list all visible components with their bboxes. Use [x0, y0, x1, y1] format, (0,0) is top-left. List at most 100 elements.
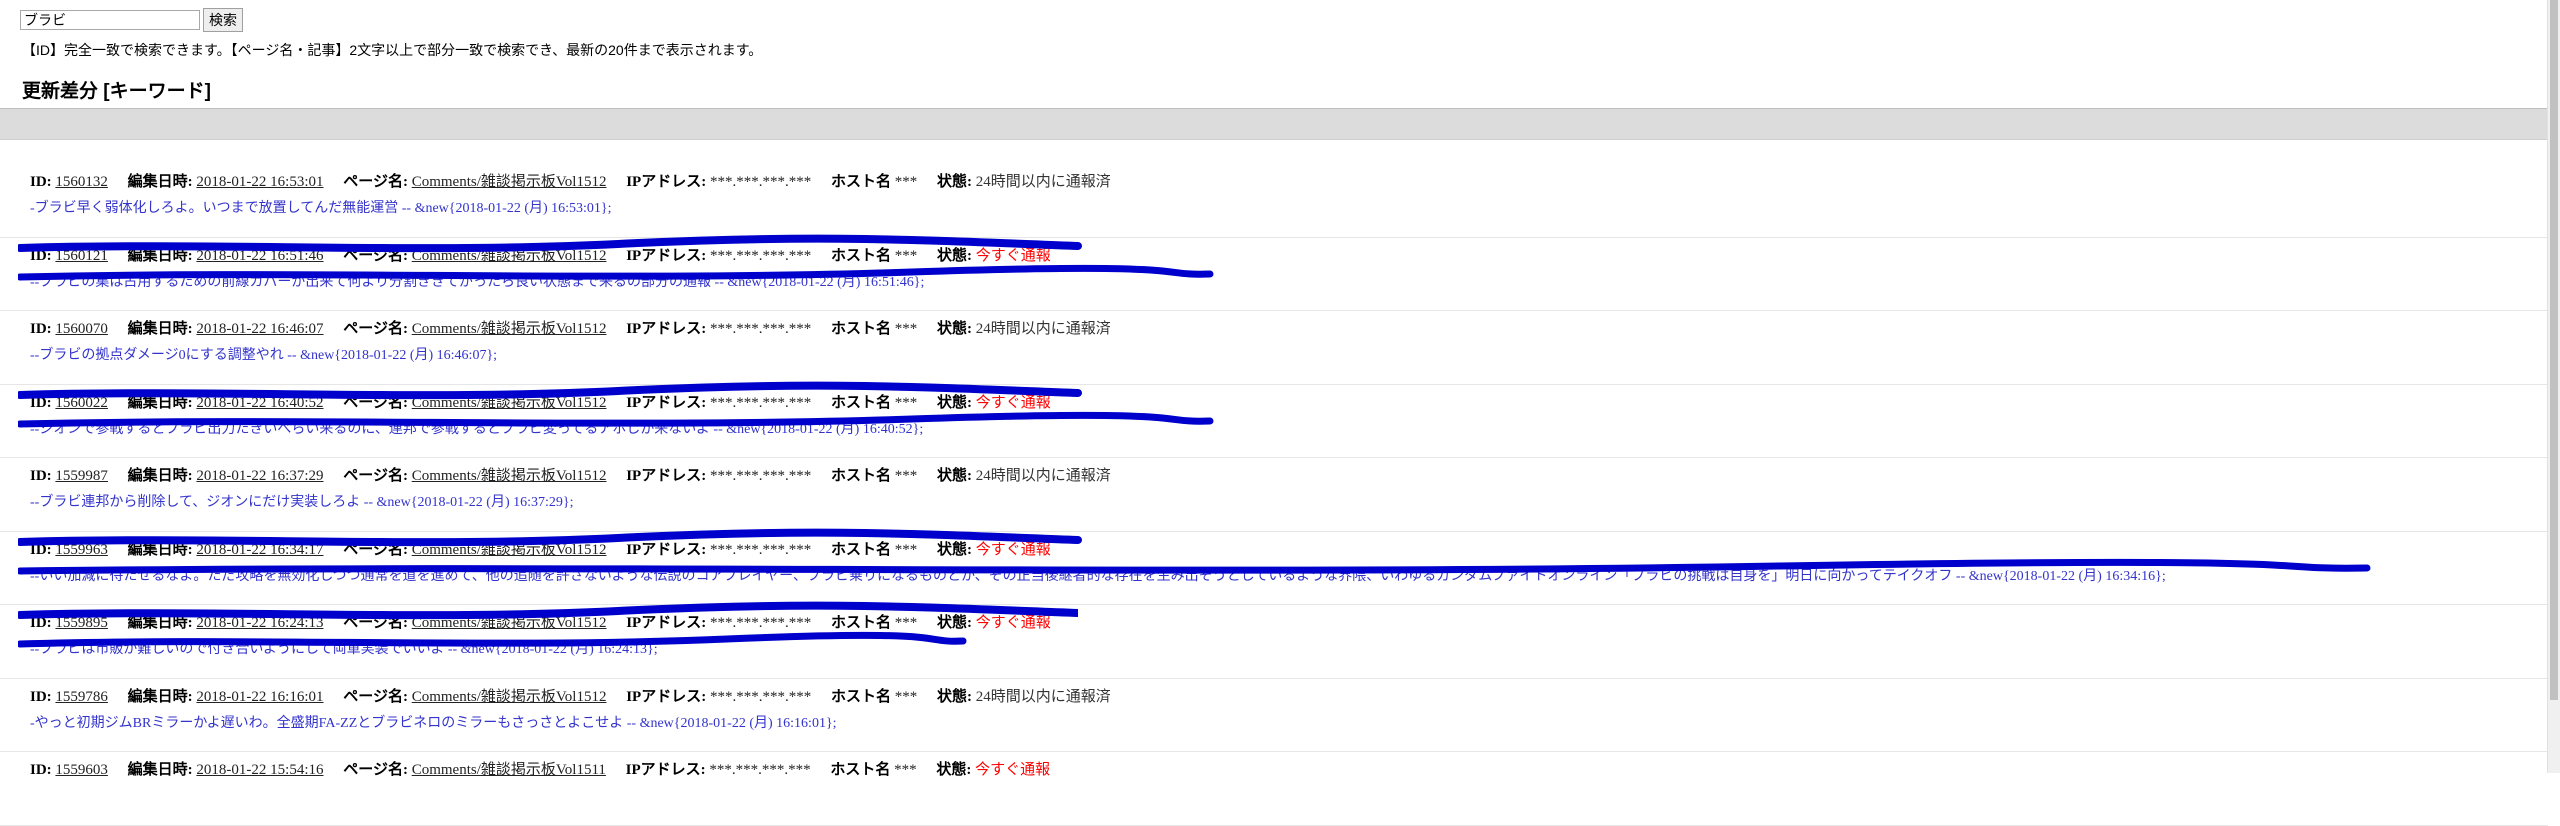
entry-id-link[interactable]: 1560022 [55, 395, 108, 411]
entry-meta: ID: 1559786 編集日時: 2018-01-22 16:16:01 ペー… [0, 679, 2548, 706]
host-label: ホスト名 [830, 321, 891, 337]
status-label: 状態: [936, 174, 972, 190]
list-item: ID: 1559895 編集日時: 2018-01-22 16:24:13 ペー… [0, 601, 2548, 679]
id-label: ID: [30, 541, 52, 558]
edited-label: 編集日時: [127, 174, 193, 190]
entry-host: *** [894, 615, 918, 631]
status-label: 状態: [936, 541, 972, 558]
entry-meta: ID: 1560121 編集日時: 2018-01-22 16:51:46 ペー… [0, 238, 2548, 265]
list-item: ID: 1559987 編集日時: 2018-01-22 16:37:29 ペー… [0, 458, 2548, 532]
bracket-close: ] [204, 81, 211, 102]
entry-id-link[interactable]: 1559603 [55, 762, 108, 778]
entry-body: -やっと初期ジムBRミラーかよ遅いわ。全盛期FA-ZZとブラビネロのミラーもさっ… [30, 715, 837, 731]
status-text: 24時間以内に通報済 [975, 174, 1111, 190]
report-now-link[interactable]: 今すぐ通報 [976, 395, 1051, 411]
entry-page-link[interactable]: Comments/雑談掲示板Vol1512 [412, 468, 607, 484]
entry-page-link[interactable]: Comments/雑談掲示板Vol1511 [412, 762, 606, 778]
keyword-link[interactable]: キーワード [110, 81, 205, 102]
entry-page-link[interactable]: Comments/雑談掲示板Vol1512 [412, 542, 607, 558]
list-item: ID: 1560070 編集日時: 2018-01-22 16:46:07 ペー… [0, 311, 2548, 385]
entry-date-link[interactable]: 2018-01-22 16:16:01 [196, 689, 323, 705]
entry-id-link[interactable]: 1559987 [55, 468, 108, 484]
entry-date-link[interactable]: 2018-01-22 15:54:16 [196, 762, 323, 778]
status-label: 状態: [936, 321, 972, 337]
search-input[interactable] [20, 10, 200, 30]
entry-host: *** [894, 174, 918, 190]
entry-ip: ***.***.***.*** [709, 321, 812, 337]
status-label: 状態: [936, 247, 972, 264]
page-label: ページ名: [343, 468, 408, 484]
ip-label: IPアドレス: [626, 247, 707, 264]
page-label: ページ名: [343, 688, 408, 705]
entry-id-link[interactable]: 1560070 [55, 321, 108, 337]
list-item: ID: 1559963 編集日時: 2018-01-22 16:34:17 ペー… [0, 528, 2548, 605]
entry-ip: ***.***.***.*** [709, 394, 812, 411]
entry-date-link[interactable]: 2018-01-22 16:34:17 [196, 542, 323, 558]
page-label: ページ名: [343, 321, 408, 337]
entry-page-link[interactable]: Comments/雑談掲示板Vol1512 [412, 395, 607, 411]
report-now-link[interactable]: 今すぐ通報 [975, 762, 1050, 778]
entry-ip: ***.***.***.*** [709, 468, 812, 484]
entry-date-link[interactable]: 2018-01-22 16:53:01 [196, 174, 323, 190]
edited-label: 編集日時: [127, 468, 193, 484]
id-label: ID: [30, 394, 52, 411]
entry-meta: ID: 1560022 編集日時: 2018-01-22 16:40:52 ペー… [0, 385, 2548, 412]
entry-id-link[interactable]: 1560132 [55, 174, 108, 190]
page-title: 更新差分 [キーワード] [22, 76, 211, 103]
entry-id-link[interactable]: 1559786 [55, 689, 108, 705]
entry-host: *** [894, 762, 917, 778]
list-item: ID: 1559603 編集日時: 2018-01-22 15:54:16 ペー… [0, 752, 2548, 826]
entry-meta: ID: 1560070 編集日時: 2018-01-22 16:46:07 ペー… [0, 311, 2548, 338]
ip-label: IPアドレス: [626, 541, 707, 558]
entry-body: --ブラビは市販が難しいので付き合いようにして両軍実装でいいよ -- &new{… [30, 642, 658, 657]
entry-ip: ***.***.***.*** [709, 247, 812, 264]
entry-host: *** [894, 321, 918, 337]
scrollbar[interactable] [2547, 0, 2560, 773]
entry-date-link[interactable]: 2018-01-22 16:46:07 [196, 321, 323, 337]
entry-page-link[interactable]: Comments/雑談掲示板Vol1512 [412, 321, 607, 337]
edited-label: 編集日時: [127, 615, 193, 631]
search-button[interactable]: 検索 [203, 8, 243, 32]
host-label: ホスト名 [830, 174, 891, 190]
search-row: 検索 [20, 8, 243, 32]
page-label: ページ名: [343, 174, 408, 190]
entry-date-link[interactable]: 2018-01-22 16:40:52 [196, 395, 323, 411]
ip-label: IPアドレス: [626, 688, 707, 705]
entry-page-link[interactable]: Comments/雑談掲示板Vol1512 [412, 174, 607, 190]
entry-ip: ***.***.***.*** [709, 688, 812, 705]
id-label: ID: [30, 762, 52, 778]
host-label: ホスト名 [830, 688, 891, 705]
entry-date-link[interactable]: 2018-01-22 16:24:13 [196, 615, 323, 631]
entry-id-link[interactable]: 1559895 [55, 615, 108, 631]
scroll-thumb[interactable] [2550, 0, 2558, 700]
report-now-link[interactable]: 今すぐ通報 [976, 615, 1051, 631]
page-label: ページ名: [343, 541, 408, 558]
host-label: ホスト名 [830, 468, 891, 484]
page-label: ページ名: [343, 762, 408, 778]
status-label: 状態: [936, 615, 972, 631]
ip-label: IPアドレス: [626, 394, 707, 411]
entry-page-link[interactable]: Comments/雑談掲示板Vol1512 [412, 615, 607, 631]
report-now-link[interactable]: 今すぐ通報 [976, 248, 1051, 264]
entry-id-link[interactable]: 1559963 [55, 542, 108, 558]
page-label: ページ名: [343, 247, 408, 264]
id-label: ID: [30, 247, 52, 264]
list-item: ID: 1560121 編集日時: 2018-01-22 16:51:46 ペー… [0, 234, 2548, 311]
entry-id-link[interactable]: 1560121 [55, 248, 108, 264]
report-now-link[interactable]: 今すぐ通報 [976, 542, 1051, 558]
entry-ip: ***.***.***.*** [709, 762, 811, 778]
status-text: 24時間以内に通報済 [975, 321, 1111, 337]
host-label: ホスト名 [830, 762, 891, 778]
host-label: ホスト名 [830, 247, 891, 264]
search-note: 【ID】完全一致で検索できます。【ページ名・記事】2文字以上で部分一致で検索でき… [22, 42, 763, 58]
entry-date-link[interactable]: 2018-01-22 16:51:46 [196, 248, 323, 264]
host-label: ホスト名 [830, 394, 891, 411]
edited-label: 編集日時: [127, 321, 193, 337]
entry-body: --いい加減に待たせるなよ。ただ攻略を無効化しつつ通常を道を進めて、他の追随を許… [30, 568, 2166, 584]
edited-label: 編集日時: [127, 688, 193, 705]
status-label: 状態: [936, 688, 972, 705]
entry-date-link[interactable]: 2018-01-22 16:37:29 [196, 468, 323, 484]
entry-page-link[interactable]: Comments/雑談掲示板Vol1512 [412, 689, 607, 705]
entry-page-link[interactable]: Comments/雑談掲示板Vol1512 [412, 248, 607, 264]
edited-label: 編集日時: [127, 247, 193, 264]
